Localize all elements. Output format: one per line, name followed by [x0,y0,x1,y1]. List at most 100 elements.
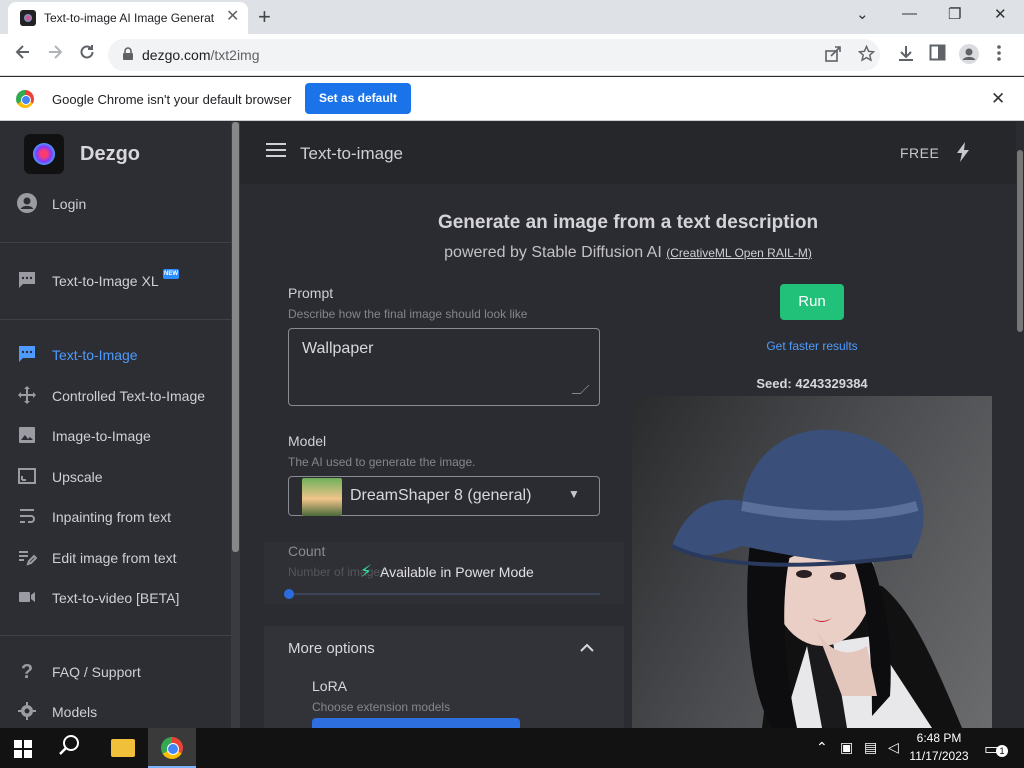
bolt-icon[interactable] [956,142,970,167]
network-warning-icon[interactable]: ▣ [840,739,853,756]
plan-label[interactable]: FREE [900,145,939,161]
sidebar-item-controlled-text-to-image[interactable]: Controlled Text-to-Image [0,379,231,413]
lock-icon[interactable] [122,47,134,61]
more-options-panel: More options LoRA Choose extension model… [264,626,624,728]
new-tab-icon[interactable]: + [258,4,271,30]
prompt-value: Wallpaper [302,340,374,357]
default-browser-infobar: Google Chrome isn't your default browser… [0,77,1024,121]
generated-portrait-illustration [671,429,962,728]
url-text: dezgo.com/txt2img [142,47,260,63]
sidebar-item-edit-image-from-text[interactable]: Edit image from text [0,541,231,575]
maximize-icon[interactable]: ❐ [948,5,961,23]
sidebar-item-models[interactable]: Models [0,695,231,728]
search-icon[interactable] [58,734,80,762]
sidebar-divider [0,242,231,243]
window-close-icon[interactable]: ✕ [994,5,1007,23]
windows-taskbar: ⌃ ▣ ▤ ◁ 6:48 PM 11/17/2023 ▭ 1 [0,728,1024,768]
page-scrollbar[interactable] [1016,122,1024,728]
sidebar-item-text-to-video[interactable]: Text-to-video [BETA] [0,581,231,615]
sidebar-item-inpainting-from-text[interactable]: Inpainting from text [0,500,231,534]
sidebar-item-faq-support[interactable]: ? FAQ / Support [0,655,231,689]
get-faster-results-link[interactable]: Get faster results [632,339,992,353]
menu-dots-icon[interactable] [996,44,1002,67]
star-icon[interactable] [857,44,876,67]
browser-tab-strip: Text-to-image AI Image Generat ✕ + ⌄ — ❐… [0,0,1024,34]
sidebar-item-upscale[interactable]: Upscale [0,460,231,494]
browser-tab[interactable]: Text-to-image AI Image Generat ✕ [8,2,248,34]
model-select[interactable]: DreamShaper 8 (general) ▼ [288,476,600,516]
chrome-taskbar-button[interactable] [148,728,196,768]
sidebar-divider [0,319,231,320]
clock-date[interactable]: 11/17/2023 [904,749,974,763]
chrome-icon [161,737,183,759]
lora-help: Choose extension models [312,700,451,714]
app-bar: Text-to-image FREE [240,122,1016,184]
lora-button[interactable] [312,718,520,728]
tray-chevron-icon[interactable]: ⌃ [816,739,828,756]
browser-toolbar: dezgo.com/txt2img [0,34,1024,76]
network-icon[interactable]: ▤ [864,739,877,756]
edit-icon [16,547,38,569]
account-icon [16,193,38,215]
minimize-icon[interactable]: — [902,5,917,22]
run-button[interactable]: Run [780,284,844,320]
count-slider-track [288,593,600,595]
tab-title: Text-to-image AI Image Generat [44,11,215,25]
sidebar-item-text-to-image[interactable]: Text-to-Image [0,338,231,372]
generated-image[interactable] [632,396,992,728]
volume-muted-icon[interactable]: ◁ [888,739,899,756]
prompt-help: Describe how the final image should look… [288,307,528,321]
wrap-text-icon [16,506,38,528]
reload-icon[interactable] [78,43,96,66]
model-label: Model [288,433,327,449]
move-icon [16,385,38,407]
sidebar-item-text-to-image-xl[interactable]: Text-to-Image XL [0,264,231,298]
hamburger-menu-icon[interactable] [266,142,286,162]
chevron-up-icon[interactable] [580,637,594,658]
notification-count-badge: 1 [996,745,1008,757]
sidebar-item-label: Text-to-Image [52,347,138,363]
sidebar-item-login[interactable]: Login [0,187,231,221]
dezgo-favicon-icon [20,10,36,26]
new-badge: NEW [163,269,179,279]
profile-icon[interactable] [959,44,979,69]
model-thumbnail [302,478,342,516]
page-title: Text-to-image [300,144,403,163]
resize-handle-icon[interactable] [571,385,590,394]
brand-name[interactable]: Dezgo [80,143,140,166]
seed-label: Seed: 4243329384 [756,376,868,391]
back-icon[interactable] [14,43,32,66]
address-bar[interactable]: dezgo.com/txt2img [108,39,880,71]
sidebar-item-label: Models [52,704,98,720]
model-help: The AI used to generate the image. [288,455,476,469]
bolt-icon: ⚡ [360,562,372,581]
power-mode-notice[interactable]: Available in Power Mode [380,564,534,580]
infobar-message: Google Chrome isn't your default browser [52,92,292,107]
prompt-textarea[interactable]: Wallpaper [288,328,600,406]
windows-start-icon[interactable] [14,740,32,758]
tab-search-icon[interactable]: ⌄ [856,5,869,23]
sidebar-item-image-to-image[interactable]: Image-to-Image [0,419,231,453]
sidebar-item-label: Text-to-Image XL [52,273,159,289]
models-icon [16,701,38,723]
chat-icon [16,270,38,292]
sidebar-item-label: Text-to-video [BETA] [52,590,180,606]
infobar-close-icon[interactable]: ✕ [991,89,1005,109]
sidepanel-icon[interactable] [929,44,946,66]
file-explorer-icon[interactable] [111,739,135,757]
license-link[interactable]: CreativeML Open RAIL-M [670,246,808,260]
image-icon [16,425,38,447]
help-icon: ? [20,661,34,683]
set-as-default-button[interactable]: Set as default [305,83,411,114]
upscale-icon [16,466,38,488]
count-field-locked: Count Number of images ⚡ Available in Po… [264,542,624,604]
video-icon [16,587,38,609]
sidebar-scrollbar[interactable] [231,122,240,728]
tab-close-icon[interactable]: ✕ [226,9,239,25]
download-icon[interactable] [897,44,915,67]
more-options-header[interactable]: More options [288,640,375,657]
share-icon[interactable] [824,45,842,68]
dezgo-logo[interactable] [24,134,64,174]
forward-icon[interactable] [46,43,64,66]
clock-time[interactable]: 6:48 PM [912,731,966,745]
